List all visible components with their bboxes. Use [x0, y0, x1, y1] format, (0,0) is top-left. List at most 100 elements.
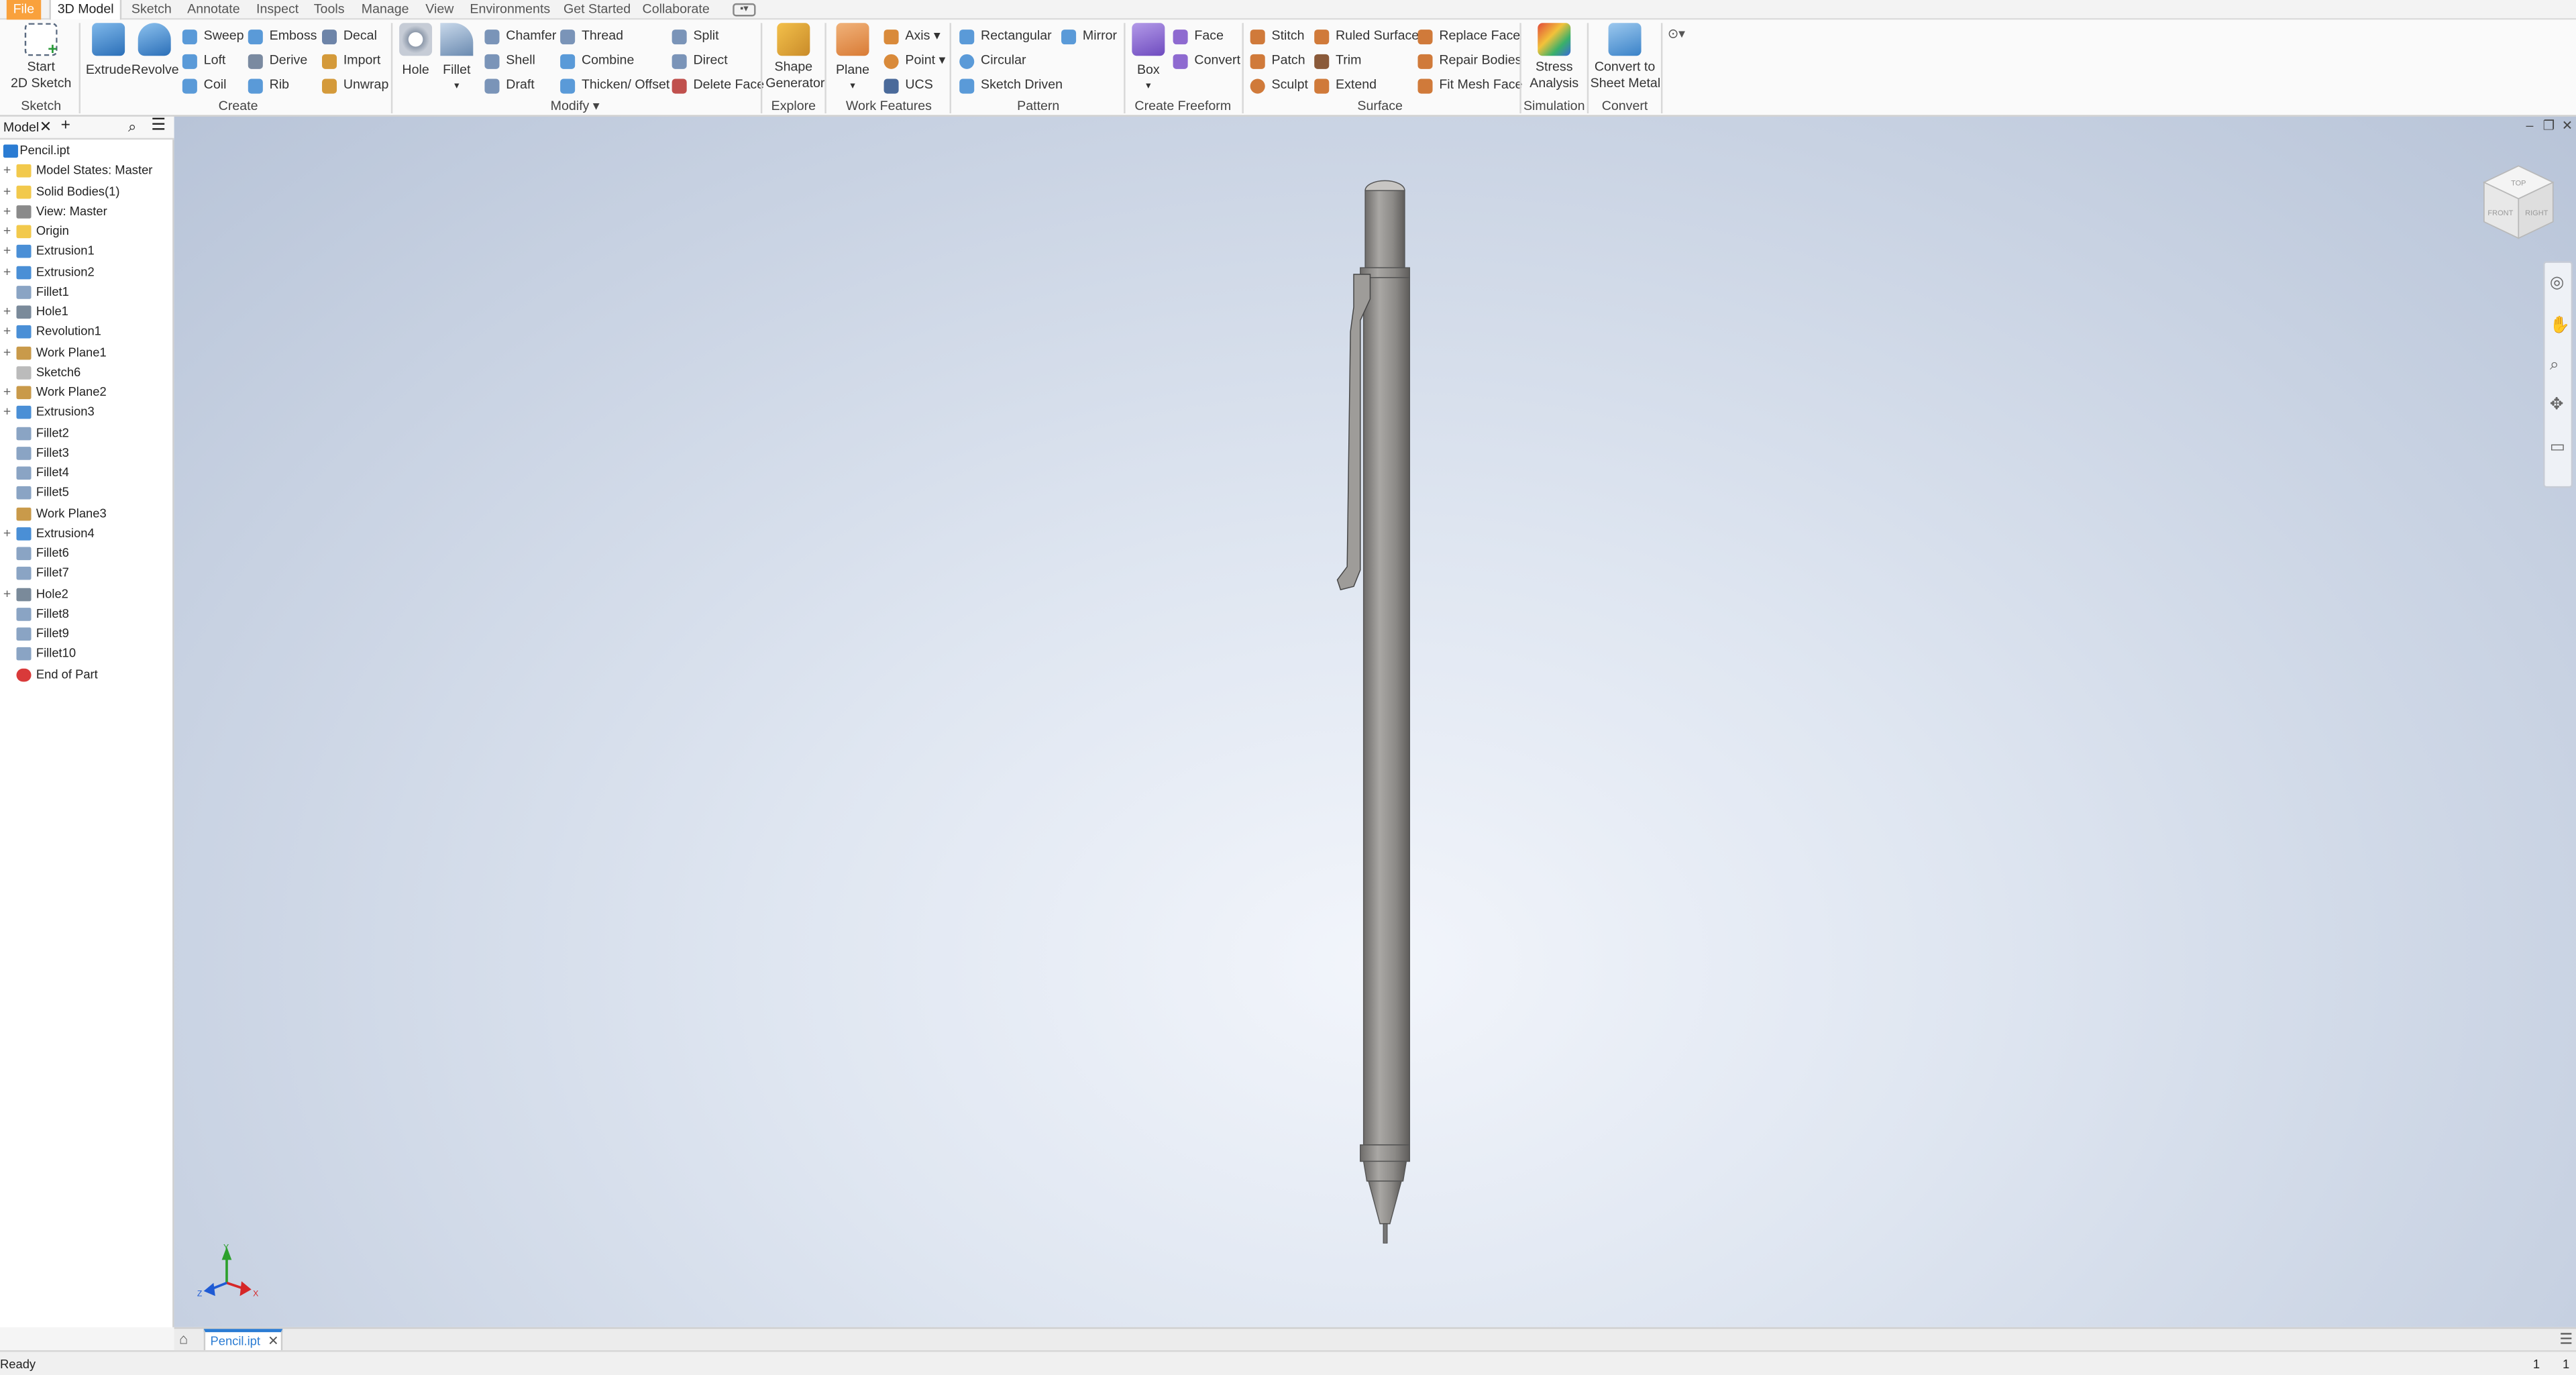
add-tab-icon[interactable]: +	[61, 117, 70, 134]
convert-to-sheet-metal-button[interactable]: Convert to Sheet Metal	[1591, 23, 1660, 92]
axis-button[interactable]: Axis ▾	[883, 26, 941, 46]
mirror-button[interactable]: Mirror	[1061, 26, 1117, 46]
panel-title-modify[interactable]: Modify ▾	[542, 99, 608, 113]
steering-wheel-icon[interactable]: ◎	[2550, 275, 2564, 292]
ribbon-options-icon[interactable]: ⊙▾	[1668, 27, 1694, 44]
ucs-button[interactable]: UCS	[883, 76, 933, 95]
revolve-button[interactable]: Revolve	[131, 23, 179, 78]
chamfer-button[interactable]: Chamfer	[484, 26, 556, 46]
close-icon[interactable]: ✕	[40, 119, 52, 135]
pencil-model[interactable]	[1324, 176, 1439, 1244]
fillet-button[interactable]: Fillet ▾	[439, 23, 475, 95]
menu-icon[interactable]: ☰	[151, 117, 166, 134]
start-2d-sketch-button[interactable]: + Start 2D Sketch	[10, 23, 72, 92]
tab-tools[interactable]: Tools	[307, 0, 351, 19]
tab-3d-model[interactable]: 3D Model	[49, 0, 122, 20]
divider	[390, 23, 393, 113]
decal-button[interactable]: Decal	[322, 26, 377, 46]
unwrap-button[interactable]: Unwrap	[322, 76, 388, 95]
close-tab-icon[interactable]: ✕	[268, 1335, 278, 1349]
tab-annotate[interactable]: Annotate	[180, 0, 246, 19]
expand-icon[interactable]: +	[3, 584, 11, 604]
browser-tab-model[interactable]: Model	[3, 121, 39, 135]
coil-button[interactable]: Coil	[182, 76, 226, 95]
shell-button[interactable]: Shell	[484, 51, 535, 70]
browser-item-label: Extrusion3	[36, 404, 95, 420]
restore-icon[interactable]: ❐	[2543, 119, 2555, 133]
combine-icon	[560, 54, 576, 69]
trim-button[interactable]: Trim	[1314, 51, 1361, 70]
tab-inspect[interactable]: Inspect	[250, 0, 305, 19]
sketch-icon	[16, 366, 32, 380]
doc-tab-label: Pencil.ipt	[210, 1333, 261, 1349]
home-icon[interactable]: ⌂	[179, 1331, 188, 1347]
rectangular-pattern-button[interactable]: Rectangular	[959, 26, 1052, 46]
stitch-button[interactable]: Stitch	[1250, 26, 1305, 46]
tab-get-started[interactable]: Get Started	[557, 0, 637, 19]
shape-generator-button[interactable]: Shape Generator	[765, 23, 824, 92]
rib-button[interactable]: Rib	[248, 76, 289, 95]
expand-icon[interactable]: +	[3, 524, 11, 543]
freeform-box-button[interactable]: Box ▾	[1130, 23, 1167, 95]
thread-button[interactable]: Thread	[560, 26, 623, 46]
replace-face-button[interactable]: Replace Face	[1417, 26, 1520, 46]
tab-environments[interactable]: Environments	[464, 0, 557, 19]
freeform-face-button[interactable]: Face	[1173, 26, 1224, 46]
direct-button[interactable]: Direct	[672, 51, 728, 70]
shape-generator-icon	[777, 23, 810, 56]
expand-icon[interactable]: +	[3, 162, 11, 181]
draft-button[interactable]: Draft	[484, 76, 535, 95]
emboss-button[interactable]: Emboss	[248, 26, 317, 46]
circular-pattern-button[interactable]: Circular	[959, 51, 1026, 70]
thicken-offset-button[interactable]: Thicken/ Offset	[560, 76, 669, 95]
browser-item-label: Fillet3	[36, 445, 69, 460]
expand-icon[interactable]: +	[3, 323, 11, 342]
tab-file[interactable]: File	[6, 0, 41, 20]
delete-face-button[interactable]: Delete Face	[672, 76, 764, 95]
search-icon[interactable]: ⌕	[128, 119, 136, 135]
look-at-icon[interactable]: ▭	[2550, 439, 2565, 456]
graphics-viewport[interactable]: – ❐ ✕ TOP FRONT RIGHT ◎ ✋ ⌕ ✥ ▭ Y X Z	[174, 116, 2576, 1327]
extend-button[interactable]: Extend	[1314, 76, 1377, 95]
derive-button[interactable]: Derive	[248, 51, 307, 70]
doc-tab-pencil[interactable]: Pencil.ipt ✕	[203, 1329, 283, 1351]
loft-button[interactable]: Loft	[182, 51, 225, 70]
expand-icon[interactable]: +	[3, 182, 11, 201]
zoom-icon[interactable]: ⌕	[2550, 358, 2559, 374]
minimize-icon[interactable]: –	[2526, 119, 2533, 133]
hole-button[interactable]: Hole	[398, 23, 434, 78]
tab-view[interactable]: View	[419, 0, 460, 19]
close-window-icon[interactable]: ✕	[2562, 119, 2573, 133]
fit-mesh-face-button[interactable]: Fit Mesh Face	[1417, 76, 1522, 95]
expand-icon[interactable]: +	[3, 403, 11, 423]
sweep-button[interactable]: Sweep	[182, 26, 244, 46]
stress-analysis-button[interactable]: Stress Analysis	[1525, 23, 1584, 92]
view-cube[interactable]: TOP FRONT RIGHT	[2477, 160, 2559, 245]
tab-sketch[interactable]: Sketch	[125, 0, 178, 19]
freeform-convert-button[interactable]: Convert	[1173, 51, 1240, 70]
point-button[interactable]: Point ▾	[883, 51, 945, 70]
expand-icon[interactable]: +	[3, 262, 11, 282]
sketch-driven-pattern-button[interactable]: Sketch Driven	[959, 76, 1063, 95]
tab-menu-icon[interactable]: ☰	[2559, 1331, 2573, 1347]
plane-button[interactable]: Plane ▾	[831, 23, 874, 95]
extrude-button[interactable]: Extrude	[85, 23, 131, 78]
tab-manage[interactable]: Manage	[355, 0, 415, 19]
tab-collaborate[interactable]: Collaborate	[636, 0, 716, 19]
combine-button[interactable]: Combine	[560, 51, 634, 70]
pan-icon[interactable]: ✋	[2550, 318, 2570, 335]
import-button[interactable]: Import	[322, 51, 380, 70]
repair-bodies-button[interactable]: Repair Bodies	[1417, 51, 1521, 70]
ruled-surface-button[interactable]: Ruled Surface	[1314, 26, 1419, 46]
expand-icon[interactable]: +	[3, 242, 11, 262]
expand-icon[interactable]: +	[3, 202, 11, 221]
camera-dropdown-icon[interactable]: ▪▾	[733, 3, 756, 17]
patch-button[interactable]: Patch	[1250, 51, 1305, 70]
expand-icon[interactable]: +	[3, 383, 11, 402]
sculpt-button[interactable]: Sculpt	[1250, 76, 1308, 95]
expand-icon[interactable]: +	[3, 302, 11, 322]
split-button[interactable]: Split	[672, 26, 719, 46]
expand-icon[interactable]: +	[3, 343, 11, 362]
orbit-icon[interactable]: ✥	[2550, 396, 2564, 414]
expand-icon[interactable]: +	[3, 222, 11, 241]
